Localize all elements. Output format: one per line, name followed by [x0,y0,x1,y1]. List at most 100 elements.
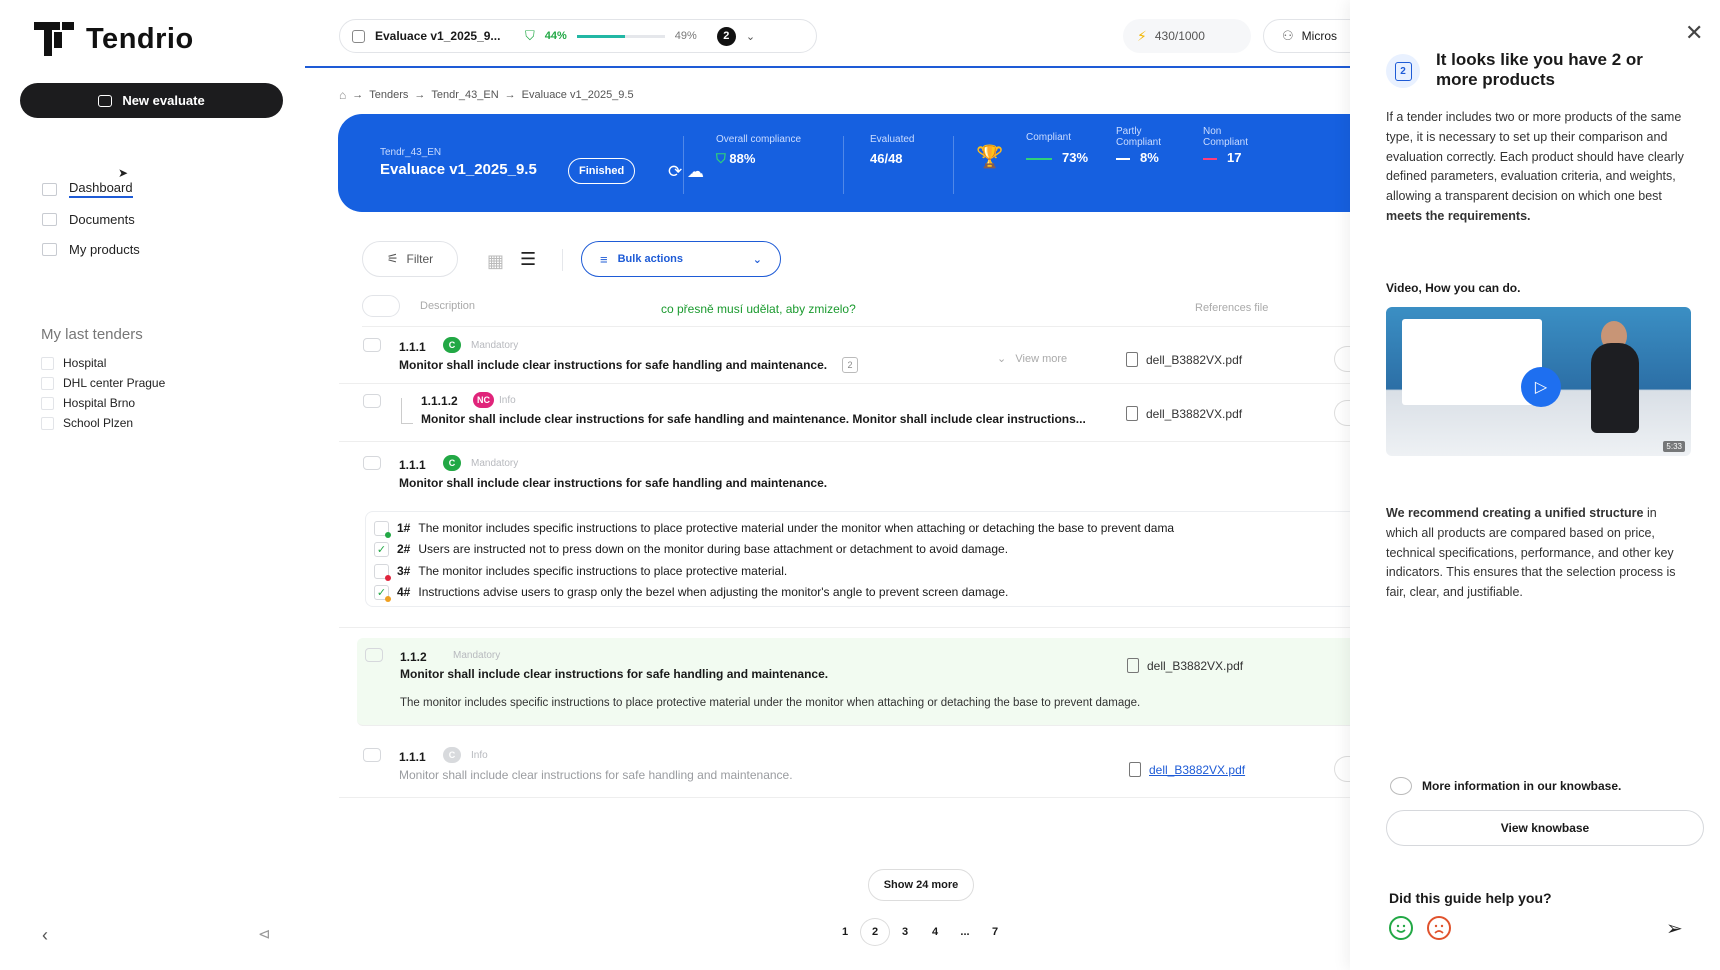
select-all-checkbox[interactable] [362,295,400,317]
close-icon[interactable]: ✕ [1685,20,1703,46]
filter-button[interactable]: ⚟ Filter [362,241,458,277]
sub-checkbox[interactable] [374,563,391,581]
file-icon [1126,352,1138,367]
lightning-icon: ⚡ [1137,27,1147,44]
video-thumbnail[interactable]: ▷ 5:33 [1386,307,1691,456]
page-link[interactable]: 7 [980,918,1010,946]
reference-file[interactable]: dell_B3882VX.pdf [1126,352,1242,367]
file-name: dell_B3882VX.pdf [1146,352,1243,367]
row-checkbox[interactable] [363,394,381,408]
file-icon [1129,762,1141,777]
banner-subtitle: Tendr_43_EN [380,147,442,158]
tender-item[interactable]: DHL center Prague [41,373,165,393]
table-row-highlighted[interactable]: 1.1.2 Mandatory Monitor shall include cl… [357,638,1350,726]
logo[interactable]: Tendrio [32,20,194,58]
tender-icon [41,416,54,430]
last-tenders-list: Hospital DHL center Prague Hospital Brno… [41,353,165,433]
refresh-icon[interactable]: ⟳ ☁ [668,162,704,182]
table-row[interactable]: 1.1.1 C Info Monitor shall include clear… [339,736,1350,798]
sub-number: 1# [397,521,411,535]
row-checkbox[interactable] [363,456,381,470]
row-checkbox[interactable] [363,748,381,762]
row-checkbox[interactable] [365,648,383,662]
sub-checkbox[interactable] [374,520,391,538]
products-count: 2 [842,357,858,373]
row-action-button[interactable] [1334,756,1350,782]
tender-item[interactable]: Hospital [41,353,165,373]
row-number: 1.1.1.2 [421,394,458,408]
feedback-options [1389,916,1451,940]
grid-view-icon[interactable]: ▦ [487,251,504,272]
reference-file-link[interactable]: dell_B3882VX.pdf [1129,762,1245,777]
guide-paragraph-bold: meets the requirements. [1386,208,1531,223]
row-checkbox[interactable] [363,338,381,352]
show-more-button[interactable]: Show 24 more [868,869,974,901]
page-link-current[interactable]: 2 [860,918,890,946]
view-more-button[interactable]: ⌄ View more [997,352,1067,365]
tender-item[interactable]: School Plzen [41,413,165,433]
breadcrumb-item[interactable]: Tenders [369,89,408,101]
credits-indicator[interactable]: ⚡ 430/1000 [1123,19,1251,53]
home-icon[interactable]: ⌂ [339,88,346,102]
guide-paragraph-text: If a tender includes two or more product… [1386,110,1684,204]
reference-file[interactable]: dell_B3882VX.pdf [1127,658,1243,673]
table-row[interactable]: 1.1.1 C Mandatory Monitor shall include … [339,328,1350,384]
page-link[interactable]: 1 [830,918,860,946]
breadcrumb-item[interactable]: Tendr_43_EN [431,89,498,101]
pagination: 1 2 3 4 ... 7 [830,918,1010,946]
sub-requirement[interactable]: 1# The monitor includes specific instruct… [374,518,1174,538]
view-knowbase-button[interactable]: View knowbase [1386,810,1704,846]
guide-paragraph: If a tender includes two or more product… [1386,108,1686,227]
status-dot [385,574,391,581]
row-text: Monitor shall include clear instructions… [421,412,1086,426]
list-view-icon[interactable]: ☰ [520,249,536,270]
row-action-button[interactable] [1334,400,1350,426]
banner-divider [843,136,844,194]
chevron-left-icon[interactable]: ‹ [42,925,48,946]
sub-requirement[interactable]: 3# The monitor includes specific instruct… [374,561,787,581]
compliant-value: 73% [1026,150,1088,165]
guide-title: It looks like you have 2 or more product… [1436,50,1643,89]
partly-legend-line [1116,157,1130,160]
trophy-icon: 🏆 [976,144,1004,169]
guide-paragraph-2: We recommend creating a unified structur… [1386,504,1686,603]
cart-icon [42,242,57,256]
page-link[interactable]: 3 [890,918,920,946]
table-row[interactable]: 1.1.1.2 NC Info Monitor shall include cl… [339,384,1350,442]
send-icon[interactable]: ➢ [1666,916,1683,941]
file-icon [1127,658,1139,673]
toolbar-divider [562,249,563,271]
partly-compliant-value: 8% [1116,150,1159,165]
megaphone-icon[interactable]: ⊲ [258,925,271,943]
sidebar-item-documents[interactable]: Documents [42,204,140,234]
sliders-icon: ⚟ [386,251,399,266]
tender-item[interactable]: Hospital Brno [41,393,165,413]
sub-requirement[interactable]: ✓ 4# Instructions advise users to grasp o… [374,582,1008,602]
evaluated-label: Evaluated [870,134,915,145]
sub-checkbox-checked[interactable]: ✓ [374,584,391,602]
frown-icon[interactable] [1427,916,1451,940]
tender-label: Hospital [63,356,107,370]
page-link[interactable]: 4 [920,918,950,946]
chevron-down-icon: ⌄ [745,30,756,43]
play-icon[interactable]: ▷ [1521,367,1561,407]
smile-icon[interactable] [1389,916,1413,940]
row-text: Monitor shall include clear instructions… [399,358,828,372]
video-duration: 5:33 [1663,441,1685,452]
filter-label: Filter [406,252,434,266]
view-more-label: View more [1015,353,1068,365]
sub-requirement[interactable]: ✓ 2# Users are instructed not to press do… [374,539,1008,559]
evaluation-selector[interactable]: Evaluace v1_2025_9... ⛉ 44% 49% 2 ⌄ [339,19,817,53]
sub-text: The monitor includes specific instructio… [418,521,1175,535]
new-evaluate-button[interactable]: New evaluate [20,83,283,118]
row-number: 1.1.1 [399,458,426,472]
sub-checkbox-checked[interactable]: ✓ [374,541,389,557]
bulk-actions-dropdown[interactable]: ≡ Bulk actions ⌄ [581,241,781,277]
breadcrumb: ⌂ → Tenders → Tendr_43_EN → Evaluace v1_… [339,88,634,102]
reference-file[interactable]: dell_B3882VX.pdf [1126,406,1242,421]
sidebar-item-my-products[interactable]: My products [42,234,140,264]
row-kind: Mandatory [471,340,519,351]
row-action-button[interactable] [1334,346,1350,372]
cloud-search-icon[interactable]: ☁ [687,162,704,181]
tender-label: DHL center Prague [63,376,166,390]
